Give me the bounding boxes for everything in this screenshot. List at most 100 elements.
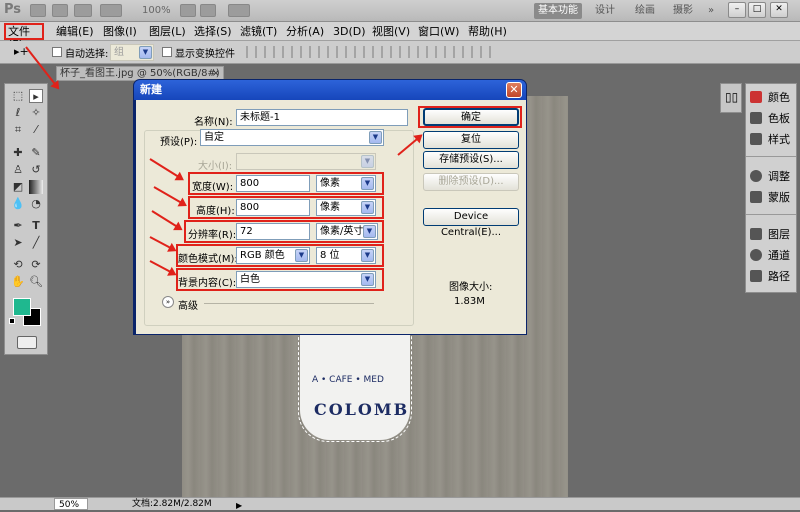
menu-help[interactable]: 帮助(H) [468, 24, 507, 39]
width-unit-dropdown[interactable]: 像素 ▼ [316, 175, 376, 192]
name-input[interactable]: 未标题-1 [236, 109, 408, 126]
document-tab-title: 杯子_看图王.jpg @ 50%(RGB/8#) [60, 68, 220, 79]
status-menu-icon[interactable]: ▶ [236, 500, 242, 512]
menu-select[interactable]: 选择(S) [194, 24, 232, 39]
size-dropdown[interactable]: ▼ [236, 153, 376, 170]
arrange-icon[interactable] [228, 4, 250, 17]
close-window-icon[interactable]: ✕ [770, 2, 788, 18]
panel-color[interactable]: 颜色 [750, 88, 790, 108]
more-workspaces-icon[interactable]: » [704, 3, 718, 19]
height-unit-dropdown[interactable]: 像素 ▼ [316, 199, 376, 216]
menu-3d[interactable]: 3D(D) [333, 24, 366, 39]
align-distribute-icons[interactable] [246, 46, 496, 58]
workspace-essentials[interactable]: 基本功能 [534, 3, 582, 19]
marquee-tool-icon[interactable]: ⬚ [11, 89, 25, 103]
mb-icon[interactable] [74, 4, 92, 17]
chevron-down-icon: ▼ [363, 225, 376, 238]
preset-label: 预设(P): [160, 137, 198, 148]
panel-channels[interactable]: 通道 [750, 246, 790, 266]
foreground-color-swatch[interactable] [13, 298, 31, 316]
resolution-unit-value: 像素/英寸 [320, 226, 364, 237]
quick-mask-icon[interactable] [17, 336, 37, 349]
panel-paths[interactable]: 路径 [750, 267, 790, 287]
device-central-button[interactable]: Device Central(E)... [423, 208, 519, 238]
3d-rotate-icon[interactable]: ⟲ [11, 258, 25, 272]
magic-wand-icon[interactable]: ✧ [29, 106, 43, 120]
pen-tool-icon[interactable]: ✒ [11, 219, 25, 233]
menu-filter[interactable]: 滤镜(T) [240, 24, 277, 39]
blur-tool-icon[interactable]: 💧 [11, 197, 25, 211]
panel-color-label: 颜色 [768, 91, 790, 104]
workspace-photography[interactable]: 摄影 [668, 3, 698, 19]
panel-styles[interactable]: 样式 [750, 130, 790, 150]
show-transform-checkbox[interactable] [162, 47, 172, 57]
mini-bridge-icon[interactable] [52, 4, 68, 17]
workspace-painting[interactable]: 绘画 [630, 3, 660, 19]
width-unit-value: 像素 [320, 178, 340, 189]
resolution-unit-dropdown[interactable]: 像素/英寸 ▼ [316, 223, 378, 240]
bridge-icon[interactable] [30, 4, 46, 17]
default-colors-icon[interactable] [9, 318, 15, 324]
path-selection-icon[interactable]: ➤ [11, 236, 25, 250]
panel-divider [746, 156, 796, 157]
history-icon[interactable]: ▯▯ [725, 90, 738, 104]
preset-dropdown[interactable]: 自定 ▼ [200, 129, 384, 146]
type-tool-icon[interactable]: T [29, 219, 43, 233]
status-zoom-field[interactable]: 50% [54, 498, 88, 510]
lasso-tool-icon[interactable]: ℓ [11, 106, 25, 120]
menu-layer[interactable]: 图层(L) [149, 24, 186, 39]
chevron-down-icon: ▼ [361, 249, 374, 262]
zoom-level[interactable]: 100% [142, 5, 171, 16]
width-input[interactable]: 800 [236, 175, 310, 192]
zoom-tool-icon[interactable]: 🔍︎ [29, 275, 43, 289]
reset-button[interactable]: 复位 [423, 131, 519, 149]
selection-marquee [298, 330, 412, 442]
delete-preset-button[interactable]: 删除预设(D)... [423, 173, 519, 191]
view-extras-icon[interactable] [100, 4, 122, 17]
panel-adjustments[interactable]: 调整 [750, 167, 790, 187]
shape-tool-icon[interactable]: ╱ [29, 236, 43, 250]
workspace-design[interactable]: 设计 [590, 3, 620, 19]
auto-select-dropdown[interactable]: 组 ▼ [110, 44, 154, 61]
crop-tool-icon[interactable]: ⌗ [11, 123, 25, 137]
panel-masks[interactable]: 蒙版 [750, 188, 790, 208]
eraser-icon[interactable]: ◩ [11, 180, 25, 194]
maximize-icon[interactable]: □ [748, 2, 766, 18]
zoom-icon[interactable] [200, 4, 216, 17]
minimize-icon[interactable]: – [728, 2, 746, 18]
move-tool-icon[interactable]: ▸ [29, 89, 43, 103]
history-brush-icon[interactable]: ↺ [29, 163, 43, 177]
color-mode-dropdown[interactable]: RGB 颜色 ▼ [236, 247, 310, 264]
eyedropper-icon[interactable]: ⁄ [29, 123, 43, 137]
3d-orbit-icon[interactable]: ⟳ [29, 258, 43, 272]
menu-view[interactable]: 视图(V) [372, 24, 410, 39]
clone-stamp-icon[interactable]: ♙ [11, 163, 25, 177]
expand-advanced-icon[interactable]: » [162, 296, 174, 308]
name-label: 名称(N): [194, 117, 233, 128]
background-dropdown[interactable]: 白色 ▼ [236, 271, 376, 288]
menu-analysis[interactable]: 分析(A) [286, 24, 324, 39]
resolution-input[interactable]: 72 [236, 223, 310, 240]
panel-layers[interactable]: 图层 [750, 225, 790, 245]
menu-edit[interactable]: 编辑(E) [56, 24, 94, 39]
panel-styles-label: 样式 [768, 133, 790, 146]
panel-dock: 颜色 色板 样式 调整 蒙版 图层 通道 路径 [745, 83, 797, 293]
panel-swatches[interactable]: 色板 [750, 109, 790, 129]
height-input[interactable]: 800 [236, 199, 310, 216]
gradient-tool-icon[interactable] [29, 180, 43, 194]
panel-channels-label: 通道 [768, 249, 790, 262]
dialog-close-icon[interactable]: ✕ [506, 82, 522, 98]
bit-depth-dropdown[interactable]: 8 位 ▼ [316, 247, 376, 264]
save-preset-button[interactable]: 存储预设(S)... [423, 151, 519, 169]
menu-file[interactable]: 文件(F) [4, 23, 44, 51]
hand-icon[interactable] [180, 4, 196, 17]
menu-image[interactable]: 图像(I) [103, 24, 137, 39]
hand-tool-icon[interactable]: ✋ [11, 275, 25, 289]
color-mode-label: 颜色模式(M): [178, 254, 238, 265]
dodge-tool-icon[interactable]: ◔ [29, 197, 43, 211]
menu-window[interactable]: 窗口(W) [418, 24, 459, 39]
healing-brush-icon[interactable]: ✚ [11, 146, 25, 160]
auto-select-checkbox[interactable] [52, 47, 62, 57]
ok-button[interactable]: 确定 [423, 108, 519, 126]
brush-tool-icon[interactable]: ✎ [29, 146, 43, 160]
